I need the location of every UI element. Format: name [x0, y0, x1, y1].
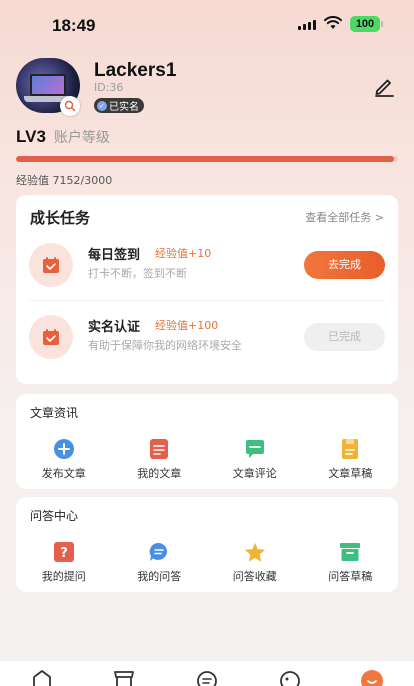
search-icon[interactable]	[60, 96, 80, 116]
see-all-tasks-link[interactable]: 查看全部任务 >	[305, 209, 384, 225]
question-icon: ?	[53, 541, 75, 563]
battery-icon: 100	[350, 16, 383, 32]
grid-label: 文章评论	[232, 467, 277, 480]
task-name: 实名认证	[88, 320, 141, 335]
grid-label: 问答收藏	[232, 570, 277, 583]
article-drafts-button[interactable]: 文章草稿	[303, 438, 399, 481]
plus-circle-icon	[53, 438, 75, 460]
calendar-icon	[29, 243, 73, 287]
level-desc: 账户等级	[53, 130, 110, 146]
qa-center-card: 问答中心 ? 我的提问 我的问答 问答收藏 问答草稿	[16, 497, 398, 592]
task-exp: 经验值+10	[155, 247, 212, 260]
level-row: LV3 账户等级	[16, 127, 110, 147]
grid-label: 问答草稿	[328, 570, 373, 583]
task-name: 每日签到	[88, 248, 141, 263]
verified-badge: ✓ 已实名	[94, 98, 144, 113]
articles-card: 文章资讯 发布文章 我的文章 文章评论 文章草稿	[16, 394, 398, 489]
completed-button[interactable]: 已完成	[304, 323, 385, 351]
my-questions-button[interactable]: ? 我的提问	[16, 541, 112, 584]
qa-drafts-button[interactable]: 问答草稿	[303, 541, 399, 584]
level-label: LV3	[16, 127, 46, 146]
home-icon[interactable]	[30, 669, 54, 686]
divider	[29, 300, 385, 301]
go-complete-button[interactable]: 去完成	[304, 251, 385, 279]
level-progress-fill	[16, 156, 395, 162]
grid-label: 我的问答	[137, 570, 182, 583]
verified-label: 已实名	[109, 102, 139, 113]
chat-bubble-icon	[148, 541, 170, 563]
task-daily-checkin: 每日签到 经验值+10 打卡不断，签到不断 去完成	[16, 230, 398, 300]
qa-favorites-button[interactable]: 问答收藏	[207, 541, 303, 584]
shop-icon[interactable]	[112, 669, 136, 686]
article-comments-button[interactable]: 文章评论	[207, 438, 303, 481]
bottom-tab-bar	[0, 660, 414, 686]
message-icon[interactable]	[195, 669, 219, 686]
task-desc: 打卡不断，签到不断	[88, 267, 187, 280]
username: Lackers1	[94, 60, 177, 81]
qa-title: 问答中心	[30, 509, 79, 523]
svg-text:?: ?	[60, 546, 68, 561]
qa-grid: ? 我的提问 我的问答 问答收藏 问答草稿	[16, 541, 398, 584]
grid-label: 文章草稿	[328, 467, 373, 480]
tasks-title: 成长任务	[30, 209, 91, 227]
archive-icon	[339, 541, 361, 563]
cellular-signal-icon	[298, 19, 316, 30]
status-time: 18:49	[52, 16, 96, 35]
profile-header: Lackers1 ID:36 ✓ 已实名	[16, 58, 398, 118]
grid-label: 发布文章	[41, 467, 86, 480]
draft-icon	[339, 438, 361, 460]
verified-icon: ✓	[97, 100, 107, 111]
document-icon	[148, 438, 170, 460]
articles-title: 文章资讯	[30, 406, 79, 420]
discover-icon[interactable]	[278, 669, 302, 686]
my-articles-button[interactable]: 我的文章	[112, 438, 208, 481]
comment-icon	[244, 438, 266, 460]
task-desc: 有助于保障你我的网络环境安全	[88, 339, 242, 352]
level-progress-bar	[16, 156, 398, 162]
calendar-icon	[29, 315, 73, 359]
wifi-icon	[324, 16, 342, 29]
profile-icon[interactable]	[360, 669, 384, 686]
user-id: ID:36	[94, 81, 124, 94]
task-exp: 经验值+100	[155, 319, 219, 332]
my-answers-button[interactable]: 我的问答	[112, 541, 208, 584]
growth-tasks-card: 成长任务 查看全部任务 > 每日签到 经验值+10 打卡不断，签到不断 去完成 …	[16, 195, 398, 384]
exp-text: 经验值 7152/3000	[16, 174, 113, 187]
articles-grid: 发布文章 我的文章 文章评论 文章草稿	[16, 438, 398, 481]
task-real-name: 实名认证 经验值+100 有助于保障你我的网络环境安全 已完成	[16, 302, 398, 372]
edit-icon[interactable]	[372, 74, 396, 98]
grid-label: 我的文章	[137, 467, 182, 480]
grid-label: 我的提问	[41, 570, 86, 583]
star-icon	[244, 541, 266, 563]
status-bar: 18:49 100	[0, 0, 414, 48]
publish-article-button[interactable]: 发布文章	[16, 438, 112, 481]
